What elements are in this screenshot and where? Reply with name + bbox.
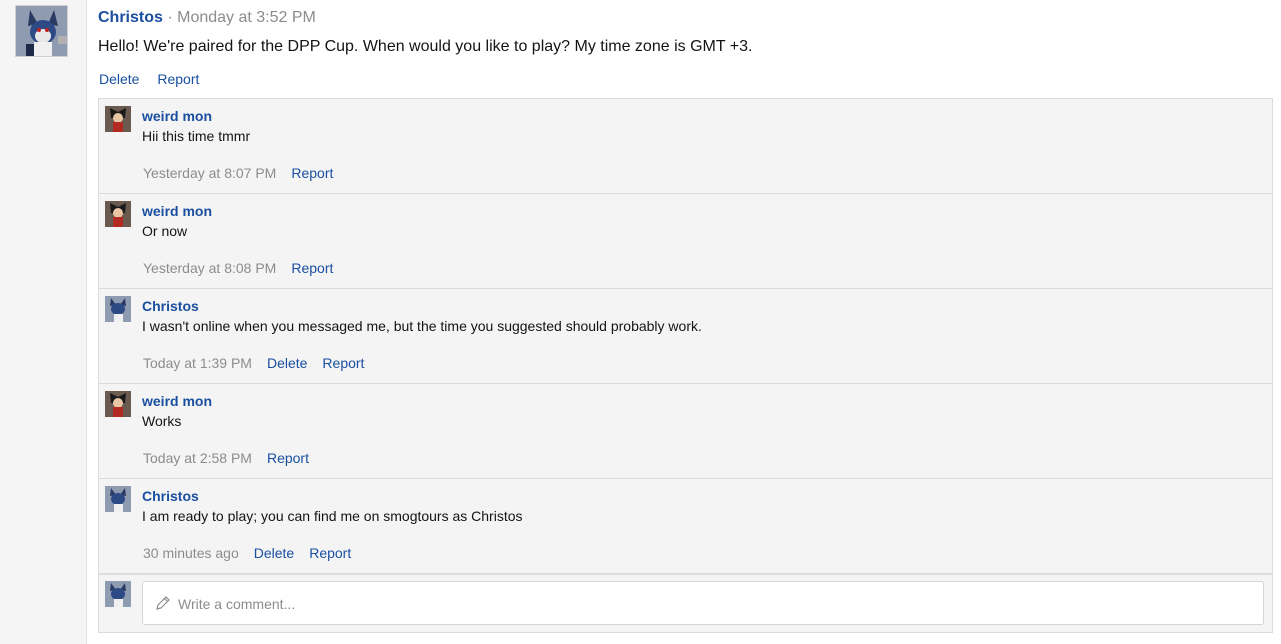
comment-delete-link[interactable]: Delete: [267, 355, 307, 371]
comment-text: Or now: [142, 223, 188, 239]
comment-actions: 30 minutes ago Delete Report: [143, 545, 366, 561]
weird-mon-avatar[interactable]: [105, 201, 131, 227]
comment-timestamp[interactable]: Yesterday at 8:08 PM: [143, 260, 276, 276]
comment-text: I wasn't online when you messaged me, bu…: [142, 318, 702, 334]
comment-report-link[interactable]: Report: [291, 260, 333, 276]
comment-delete-link[interactable]: Delete: [254, 545, 294, 561]
comment-text: Works: [142, 413, 182, 429]
post-body: Hello! We're paired for the DPP Cup. Whe…: [98, 38, 753, 55]
post-report-link[interactable]: Report: [157, 71, 199, 87]
comment-timestamp[interactable]: 30 minutes ago: [143, 545, 239, 561]
comment-input-placeholder: Write a comment...: [178, 596, 296, 612]
comment-text: Hii this time tmmr: [142, 128, 251, 144]
christos-avatar[interactable]: [105, 296, 131, 322]
left-rail: [0, 0, 87, 644]
comment: weird mon Works Today at 2:58 PM Report: [99, 384, 1272, 479]
post-delete-link[interactable]: Delete: [99, 71, 139, 87]
comment-actions: Today at 1:39 PM Delete Report: [143, 355, 379, 371]
christos-avatar: [105, 581, 131, 607]
christos-avatar[interactable]: [105, 486, 131, 512]
comment: weird mon Hii this time tmmr Yesterday a…: [99, 99, 1272, 194]
weird-mon-avatar[interactable]: [105, 391, 131, 417]
pencil-icon: [155, 595, 171, 611]
comment-timestamp[interactable]: Today at 1:39 PM: [143, 355, 252, 371]
weird-mon-avatar[interactable]: [105, 106, 131, 132]
comment-author[interactable]: weird mon: [142, 393, 212, 409]
comment: Christos I wasn't online when you messag…: [99, 289, 1272, 384]
christos-avatar[interactable]: [15, 5, 68, 57]
comment-report-link[interactable]: Report: [309, 545, 351, 561]
comment-actions: Today at 2:58 PM Report: [143, 450, 324, 466]
comment-actions: Yesterday at 8:07 PM Report: [143, 165, 348, 181]
comment-author[interactable]: weird mon: [142, 108, 212, 124]
comment: weird mon Or now Yesterday at 8:08 PM Rep…: [99, 194, 1272, 289]
comment-author[interactable]: weird mon: [142, 203, 212, 219]
comments-panel: weird mon Hii this time tmmr Yesterday a…: [98, 98, 1273, 633]
comment: Christos I am ready to play; you can fin…: [99, 479, 1272, 574]
comment-timestamp[interactable]: Today at 2:58 PM: [143, 450, 252, 466]
reply-row: Write a comment...: [99, 574, 1272, 632]
comment-report-link[interactable]: Report: [291, 165, 333, 181]
comment-input[interactable]: Write a comment...: [142, 581, 1264, 625]
comment-report-link[interactable]: Report: [267, 450, 309, 466]
comment-actions: Yesterday at 8:08 PM Report: [143, 260, 348, 276]
post-actions: Delete Report: [99, 71, 213, 87]
post-header: Christos · Monday at 3:52 PM: [98, 9, 316, 27]
comment-report-link[interactable]: Report: [322, 355, 364, 371]
post-timestamp[interactable]: · Monday at 3:52 PM: [163, 9, 316, 26]
comment-timestamp[interactable]: Yesterday at 8:07 PM: [143, 165, 276, 181]
comment-author[interactable]: Christos: [142, 298, 199, 314]
post-author[interactable]: Christos: [98, 9, 163, 26]
comment-text: I am ready to play; you can find me on s…: [142, 508, 523, 524]
comment-author[interactable]: Christos: [142, 488, 199, 504]
